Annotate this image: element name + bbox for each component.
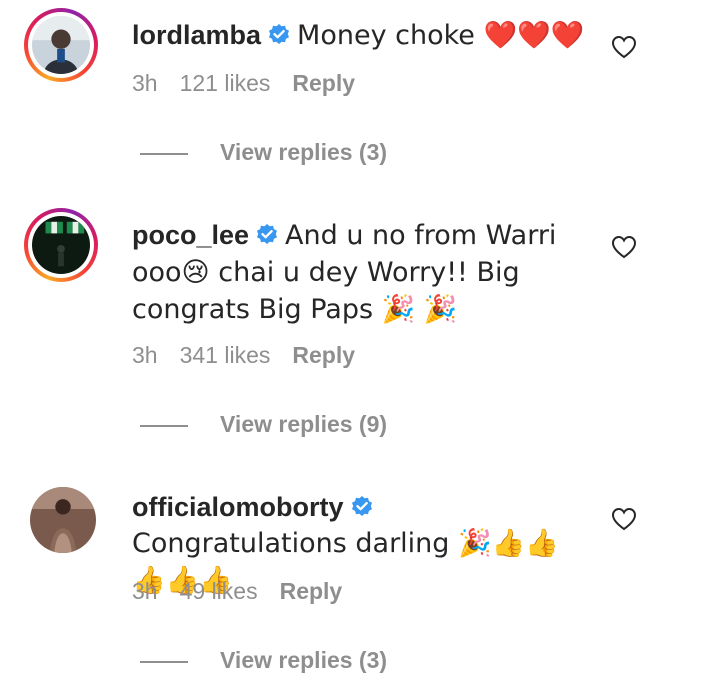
view-replies-button[interactable]: View replies (3) (140, 139, 387, 169)
verified-badge-icon (257, 224, 278, 244)
username[interactable]: officialomoborty (132, 492, 344, 522)
view-replies-button[interactable]: View replies (3) (140, 647, 387, 677)
view-replies-label: View replies (3) (220, 139, 388, 165)
comment-time: 3h (132, 70, 158, 96)
view-replies-label: View replies (9) (220, 411, 388, 437)
comment-meta: 3h 121 likes Reply (132, 70, 377, 97)
replies-divider (140, 152, 188, 155)
avatar-photo (32, 216, 90, 274)
comment-text: lordlamba Money choke ❤️❤️❤️ (132, 17, 587, 54)
verified-badge-icon (269, 24, 290, 44)
reply-button[interactable]: Reply (280, 578, 343, 604)
replies-divider (140, 660, 188, 663)
comment-body: Money choke ❤️❤️❤️ (297, 20, 585, 51)
avatar-photo (32, 16, 90, 74)
comment-meta: 3h 341 likes Reply (132, 342, 377, 369)
like-count[interactable]: 341 likes (180, 342, 271, 368)
avatar[interactable] (24, 208, 98, 282)
heart-outline-icon[interactable] (611, 507, 637, 531)
comment-time: 3h (132, 578, 158, 604)
avatar-photo (30, 487, 96, 553)
verified-badge-icon (351, 496, 372, 516)
comment-time: 3h (132, 342, 158, 368)
username[interactable]: lordlamba (132, 20, 261, 50)
reply-button[interactable]: Reply (292, 70, 355, 96)
replies-divider (140, 424, 188, 427)
view-replies-label: View replies (3) (220, 647, 388, 673)
like-count[interactable]: 49 likes (180, 578, 258, 604)
heart-outline-icon[interactable] (611, 235, 637, 259)
avatar[interactable] (24, 8, 98, 82)
avatar[interactable] (30, 487, 96, 553)
comment-text: poco_lee And u no from Warri ooo😢 chai u … (132, 217, 587, 328)
like-count[interactable]: 121 likes (180, 70, 271, 96)
heart-outline-icon[interactable] (611, 35, 637, 59)
username[interactable]: poco_lee (132, 220, 249, 250)
view-replies-button[interactable]: View replies (9) (140, 411, 387, 441)
comment-meta: 3h 49 likes Reply (132, 578, 364, 605)
reply-button[interactable]: Reply (292, 342, 355, 368)
